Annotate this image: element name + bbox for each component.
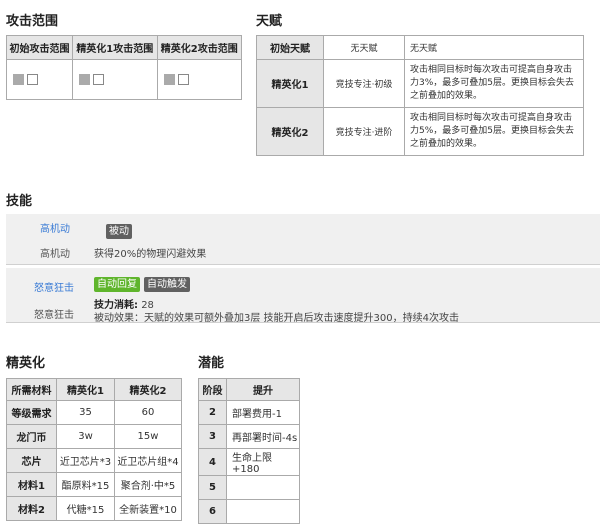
range-empty-square: [27, 73, 38, 85]
potential-bonus: 生命上限+180: [226, 448, 300, 476]
skill-2-desc: 被动效果：天赋的效果可额外叠加3层 技能开启后攻击速度提升300，持续4次攻击: [94, 313, 459, 324]
skill-1-tag-passive: 被动: [106, 224, 132, 239]
range-filled-square: [13, 73, 24, 85]
skill-2-sub-name: 怒意狂击: [34, 310, 74, 321]
potential-title: 潜能: [198, 356, 225, 371]
potential-stage: 4: [198, 448, 227, 476]
attack-range-title: 攻击范围: [6, 14, 59, 29]
elite-cell: 酯原料*15: [56, 472, 115, 497]
potential-stage: 6: [198, 499, 227, 524]
talent-desc-elite2: 攻击相同目标时每次攻击可提高自身攻击力5%，最多可叠加5层。更换目标会失去之前叠…: [404, 107, 584, 156]
elite-cell: 60: [114, 400, 182, 425]
elite-title: 精英化: [6, 356, 46, 371]
elite-header-e2: 精英化2: [114, 378, 182, 401]
elite-cell: 代糖*15: [56, 496, 115, 521]
range-cell-initial: [5, 59, 74, 100]
skill-1-sub-name: 高机动: [40, 249, 70, 260]
potential-bonus: 再部署时间-4s: [226, 424, 300, 449]
talent-stage-elite1: 精英化1: [256, 59, 324, 108]
potential-bonus: 部署费用-1: [226, 400, 300, 425]
talent-stage-elite2: 精英化2: [256, 107, 324, 156]
skill-2-tag-auto-trigger: 自动触发: [144, 277, 190, 292]
elite-cell: 15w: [114, 424, 182, 449]
elite-row-label: 龙门币: [6, 424, 57, 449]
elite-row-label: 等级需求: [6, 400, 57, 425]
potential-stage: 3: [198, 424, 227, 449]
elite-header-e1: 精英化1: [56, 378, 115, 401]
skill-panel-2: 怒意狂击 怒意狂击 自动回复 自动触发 技力消耗: 28 被动效果：天赋的效果可…: [6, 268, 600, 324]
talent-desc-elite1: 攻击相同目标时每次攻击可提高自身攻击力3%，最多可叠加5层。更换目标会失去之前叠…: [404, 59, 584, 108]
potential-bonus: [226, 499, 300, 524]
elite-row-label: 材料2: [6, 496, 57, 521]
range-filled-square: [79, 73, 91, 85]
range-cell-elite1: [72, 59, 158, 100]
range-header-initial: 初始攻击范围: [5, 35, 74, 60]
skill-1-name-link[interactable]: 高机动: [40, 220, 70, 235]
skill-1-desc: 获得20%的物理闪避效果: [94, 249, 207, 260]
potential-stage: 2: [198, 400, 227, 425]
skill-panel-1: 高机动 高机动 被动 获得20%的物理闪避效果: [6, 214, 600, 265]
talent-name-elite2: 竞技专注·进阶: [323, 107, 405, 156]
talent-table: 初始天赋 无天赋 无天赋 精英化1 竞技专注·初级 攻击相同目标时每次攻击可提高…: [256, 35, 584, 156]
elite-cell: 35: [56, 400, 115, 425]
elite-cell: 全新装置*10: [114, 496, 182, 521]
elite-table: 所需材料 精英化1 精英化2 等级需求 35 60 龙门币 3w 15w 芯片 …: [6, 378, 182, 521]
range-header-elite2: 精英化2攻击范围: [156, 35, 243, 60]
potential-bonus: [226, 475, 300, 500]
talent-header-name: 无天赋: [323, 35, 405, 60]
potential-stage: 5: [198, 475, 227, 500]
talent-title: 天赋: [256, 14, 283, 29]
elite-cell: 3w: [56, 424, 115, 449]
elite-cell: 近卫芯片组*4: [114, 448, 182, 473]
elite-header-material: 所需材料: [6, 378, 57, 401]
elite-cell: 近卫芯片*3: [56, 448, 115, 473]
attack-range-table: 初始攻击范围 精英化1攻击范围 精英化2攻击范围: [5, 35, 243, 100]
range-filled-square: [163, 73, 175, 85]
elite-row-label: 材料1: [6, 472, 57, 497]
potential-header-bonus: 提升: [226, 378, 300, 401]
elite-cell: 聚合剂·中*5: [114, 472, 182, 497]
range-header-elite1: 精英化1攻击范围: [72, 35, 158, 60]
skill-2-name-link[interactable]: 怒意狂击: [34, 279, 74, 294]
range-cell-elite2: [156, 59, 243, 100]
talent-header-initial: 初始天赋: [256, 35, 324, 60]
skills-title: 技能: [6, 194, 33, 209]
talent-header-desc: 无天赋: [404, 35, 584, 60]
range-empty-square: [93, 73, 105, 85]
range-empty-square: [177, 73, 189, 85]
potential-table: 阶段 提升 2 部署费用-1 3 再部署时间-4s 4 生命上限+180 5 6: [198, 378, 300, 524]
elite-row-label: 芯片: [6, 448, 57, 473]
talent-name-elite1: 竞技专注·初级: [323, 59, 405, 108]
skill-2-tag-auto-recover: 自动回复: [94, 277, 140, 292]
potential-header-stage: 阶段: [198, 378, 227, 401]
